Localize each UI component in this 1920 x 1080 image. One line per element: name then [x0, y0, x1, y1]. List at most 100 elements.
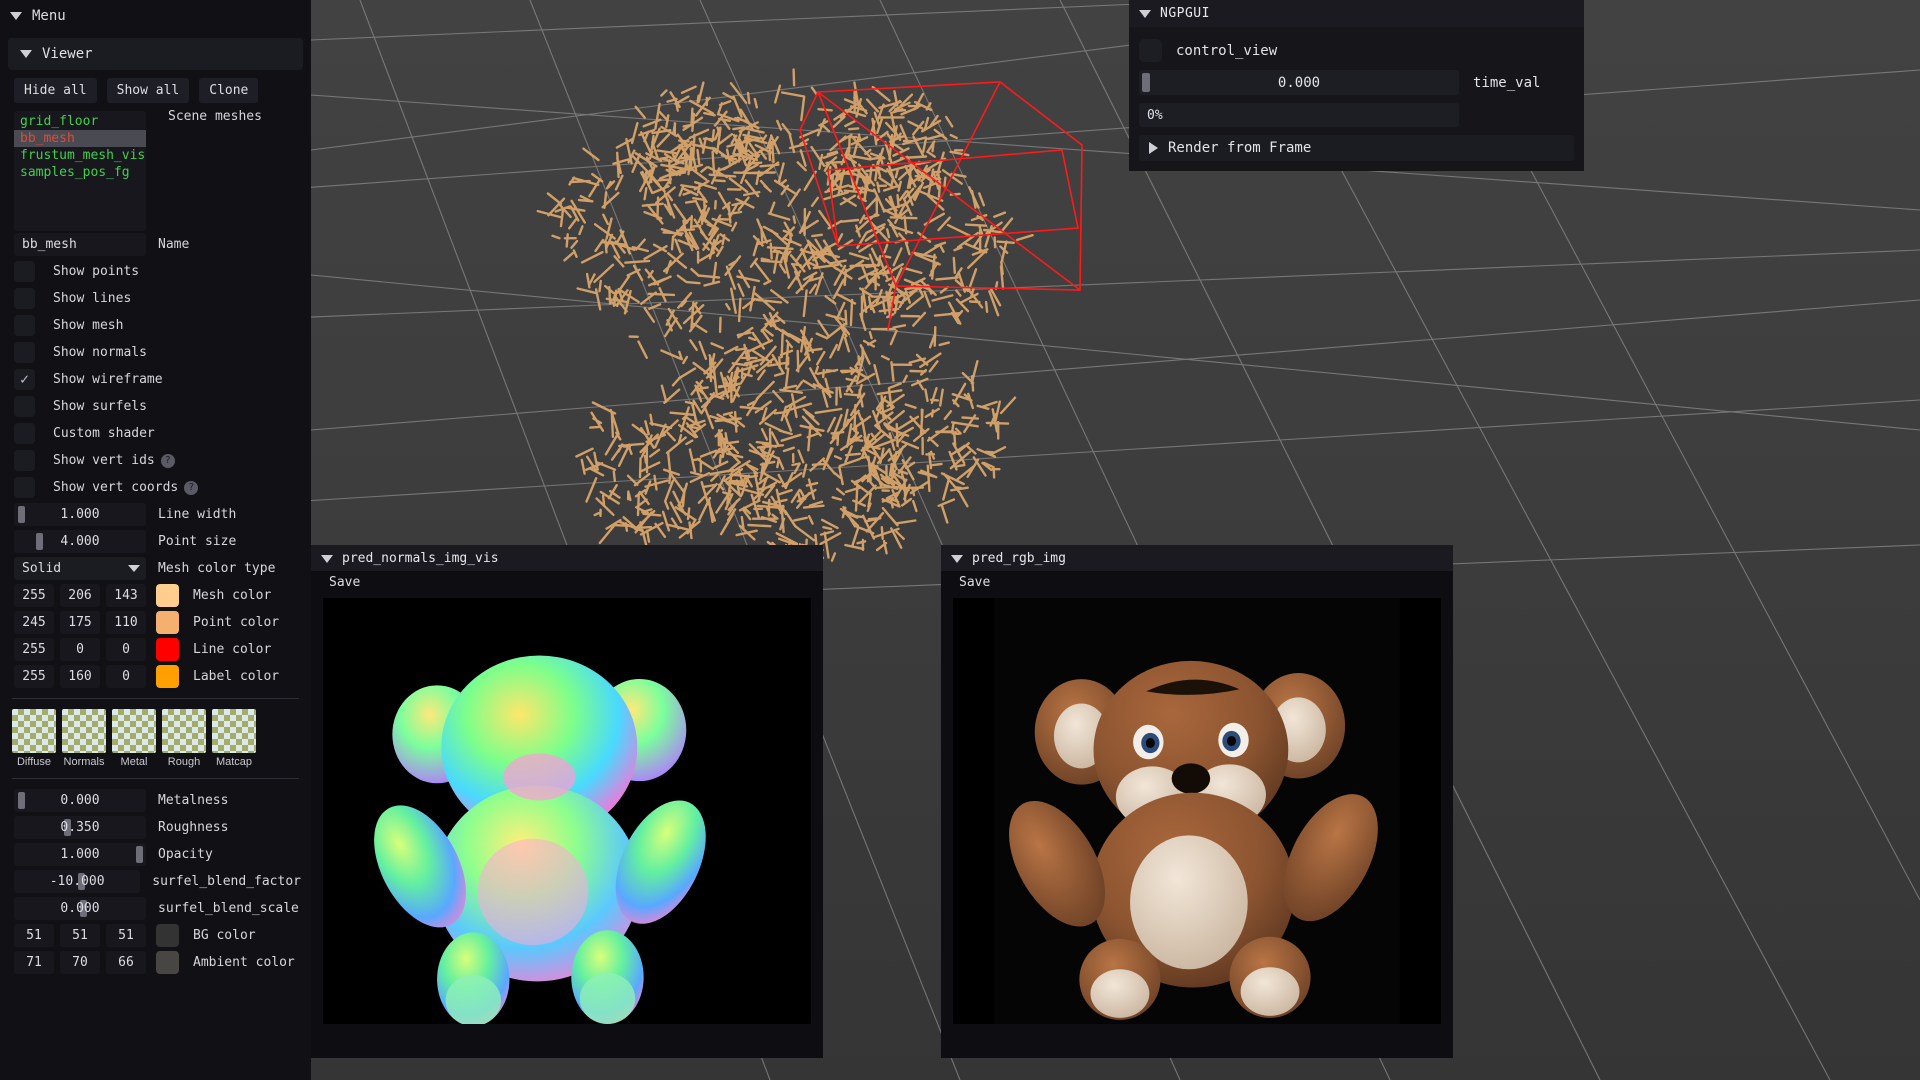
- color-channel-b[interactable]: 0: [106, 638, 146, 661]
- color-channel-g[interactable]: 70: [60, 951, 100, 974]
- checkbox-show-wireframe[interactable]: [14, 369, 35, 390]
- texture-slot[interactable]: Diffuse: [12, 709, 56, 768]
- color-channel-b[interactable]: 110: [106, 611, 146, 634]
- checkbox-show-points[interactable]: [14, 261, 35, 282]
- color-channel-g[interactable]: 51: [60, 924, 100, 947]
- checkbox-show-vert-ids[interactable]: [14, 450, 35, 471]
- slider-row: 0.000surfel_blend_scale: [0, 895, 311, 922]
- pred-rgb-header[interactable]: pred_rgb_img: [941, 545, 1453, 571]
- pred-normals-title: pred_normals_img_vis: [342, 551, 499, 566]
- checkbox-show-mesh[interactable]: [14, 315, 35, 336]
- color-swatch[interactable]: [156, 951, 179, 974]
- viewer-section-header[interactable]: Viewer: [8, 38, 303, 70]
- help-icon[interactable]: ?: [161, 454, 175, 468]
- color-channel-r[interactable]: 71: [14, 951, 54, 974]
- color-label: BG color: [193, 928, 256, 943]
- slider-roughness[interactable]: 0.350: [14, 816, 146, 839]
- color-swatch[interactable]: [156, 924, 179, 947]
- texture-thumbnail[interactable]: [12, 709, 56, 753]
- color-swatch[interactable]: [156, 665, 179, 688]
- checkbox-show-lines[interactable]: [14, 288, 35, 309]
- slider-line-width[interactable]: 1.000: [14, 503, 146, 526]
- pred-rgb-image[interactable]: [953, 598, 1441, 1024]
- checkbox-row: Show points: [0, 258, 311, 285]
- slider-surfel_blend_scale[interactable]: 0.000: [14, 897, 146, 920]
- pred-normals-save-button[interactable]: Save: [311, 571, 823, 598]
- color-swatch[interactable]: [156, 638, 179, 661]
- checkbox-show-surfels[interactable]: [14, 396, 35, 417]
- time-val-slider[interactable]: 0.000: [1139, 70, 1459, 95]
- time-val-row: 0.000 time_val: [1139, 70, 1574, 95]
- slider-point-size[interactable]: 4.000: [14, 530, 146, 553]
- checkbox-custom-shader[interactable]: [14, 423, 35, 444]
- slider-grab[interactable]: [36, 533, 43, 550]
- pred-rgb-save-button[interactable]: Save: [941, 571, 1453, 598]
- pred-normals-header[interactable]: pred_normals_img_vis: [311, 545, 823, 571]
- slider-grab[interactable]: [18, 506, 25, 523]
- ngpgui-header[interactable]: NGPGUI: [1129, 0, 1584, 27]
- control-view-checkbox[interactable]: [1139, 39, 1162, 62]
- menu-header[interactable]: Menu: [0, 0, 311, 32]
- color-channel-g[interactable]: 0: [60, 638, 100, 661]
- texture-thumbnail[interactable]: [162, 709, 206, 753]
- color-row: 25500Line color: [0, 636, 311, 663]
- scene-mesh-item[interactable]: bb_mesh: [14, 130, 146, 147]
- slider-value: 0.350: [60, 820, 99, 835]
- slider-grab[interactable]: [136, 846, 143, 863]
- color-label: Point color: [193, 615, 279, 630]
- checkbox-row: Custom shader: [0, 420, 311, 447]
- texture-slot[interactable]: Rough: [162, 709, 206, 768]
- color-channel-r[interactable]: 255: [14, 665, 54, 688]
- checkbox-label: Show mesh: [53, 318, 123, 333]
- display-options-list: Show pointsShow linesShow meshShow norma…: [0, 258, 311, 501]
- color-swatch[interactable]: [156, 611, 179, 634]
- scene-mesh-list[interactable]: grid_floorbb_meshfrustum_mesh_vissamples…: [14, 111, 146, 231]
- color-channel-g[interactable]: 160: [60, 665, 100, 688]
- slider-metalness[interactable]: 0.000: [14, 789, 146, 812]
- color-channel-b[interactable]: 0: [106, 665, 146, 688]
- show-all-button[interactable]: Show all: [107, 78, 190, 103]
- texture-thumbnail[interactable]: [212, 709, 256, 753]
- scene-mesh-item[interactable]: samples_pos_fg: [14, 164, 146, 181]
- hide-all-button[interactable]: Hide all: [14, 78, 97, 103]
- progress-bar: 0%: [1139, 103, 1459, 127]
- color-channel-b[interactable]: 51: [106, 924, 146, 947]
- menu-title: Menu: [32, 8, 66, 24]
- color-channel-b[interactable]: 66: [106, 951, 146, 974]
- render-from-frame-label: Render from Frame: [1168, 140, 1311, 156]
- texture-thumbnail[interactable]: [62, 709, 106, 753]
- texture-thumbnail[interactable]: [112, 709, 156, 753]
- scene-meshes-label: Scene meshes: [168, 109, 262, 124]
- texture-slot[interactable]: Metal: [112, 709, 156, 768]
- name-field-row: bb_mesh Name: [0, 231, 311, 258]
- name-input[interactable]: bb_mesh: [14, 233, 146, 256]
- slider-label: Line width: [158, 507, 236, 522]
- slider-opacity[interactable]: 1.000: [14, 843, 146, 866]
- checkbox-label: Show lines: [53, 291, 131, 306]
- render-from-frame-tree[interactable]: Render from Frame: [1139, 135, 1574, 161]
- slider-grab[interactable]: [18, 792, 25, 809]
- slider-surfel_blend_factor[interactable]: -10.000: [14, 870, 140, 893]
- color-swatch[interactable]: [156, 584, 179, 607]
- color-channel-g[interactable]: 175: [60, 611, 100, 634]
- checkbox-show-normals[interactable]: [14, 342, 35, 363]
- slider-value: 1.000: [60, 507, 99, 522]
- texture-slot[interactable]: Normals: [62, 709, 106, 768]
- help-icon[interactable]: ?: [184, 481, 198, 495]
- color-channel-r[interactable]: 255: [14, 638, 54, 661]
- texture-slot[interactable]: Matcap: [212, 709, 256, 768]
- scene-mesh-item[interactable]: frustum_mesh_vis: [14, 147, 146, 164]
- color-channel-r[interactable]: 255: [14, 584, 54, 607]
- color-channel-g[interactable]: 206: [60, 584, 100, 607]
- scene-mesh-item[interactable]: grid_floor: [14, 113, 146, 130]
- checkbox-show-vert-coords[interactable]: [14, 477, 35, 498]
- clone-button[interactable]: Clone: [199, 78, 258, 103]
- color-channel-r[interactable]: 245: [14, 611, 54, 634]
- mesh-color-type-select[interactable]: Solid: [14, 557, 146, 580]
- texture-label: Normals: [62, 756, 106, 768]
- checkbox-label: Show vert ids: [53, 453, 155, 468]
- color-channel-b[interactable]: 143: [106, 584, 146, 607]
- color-channel-r[interactable]: 51: [14, 924, 54, 947]
- pred-normals-image[interactable]: [323, 598, 811, 1024]
- slider-grab[interactable]: [1142, 73, 1150, 92]
